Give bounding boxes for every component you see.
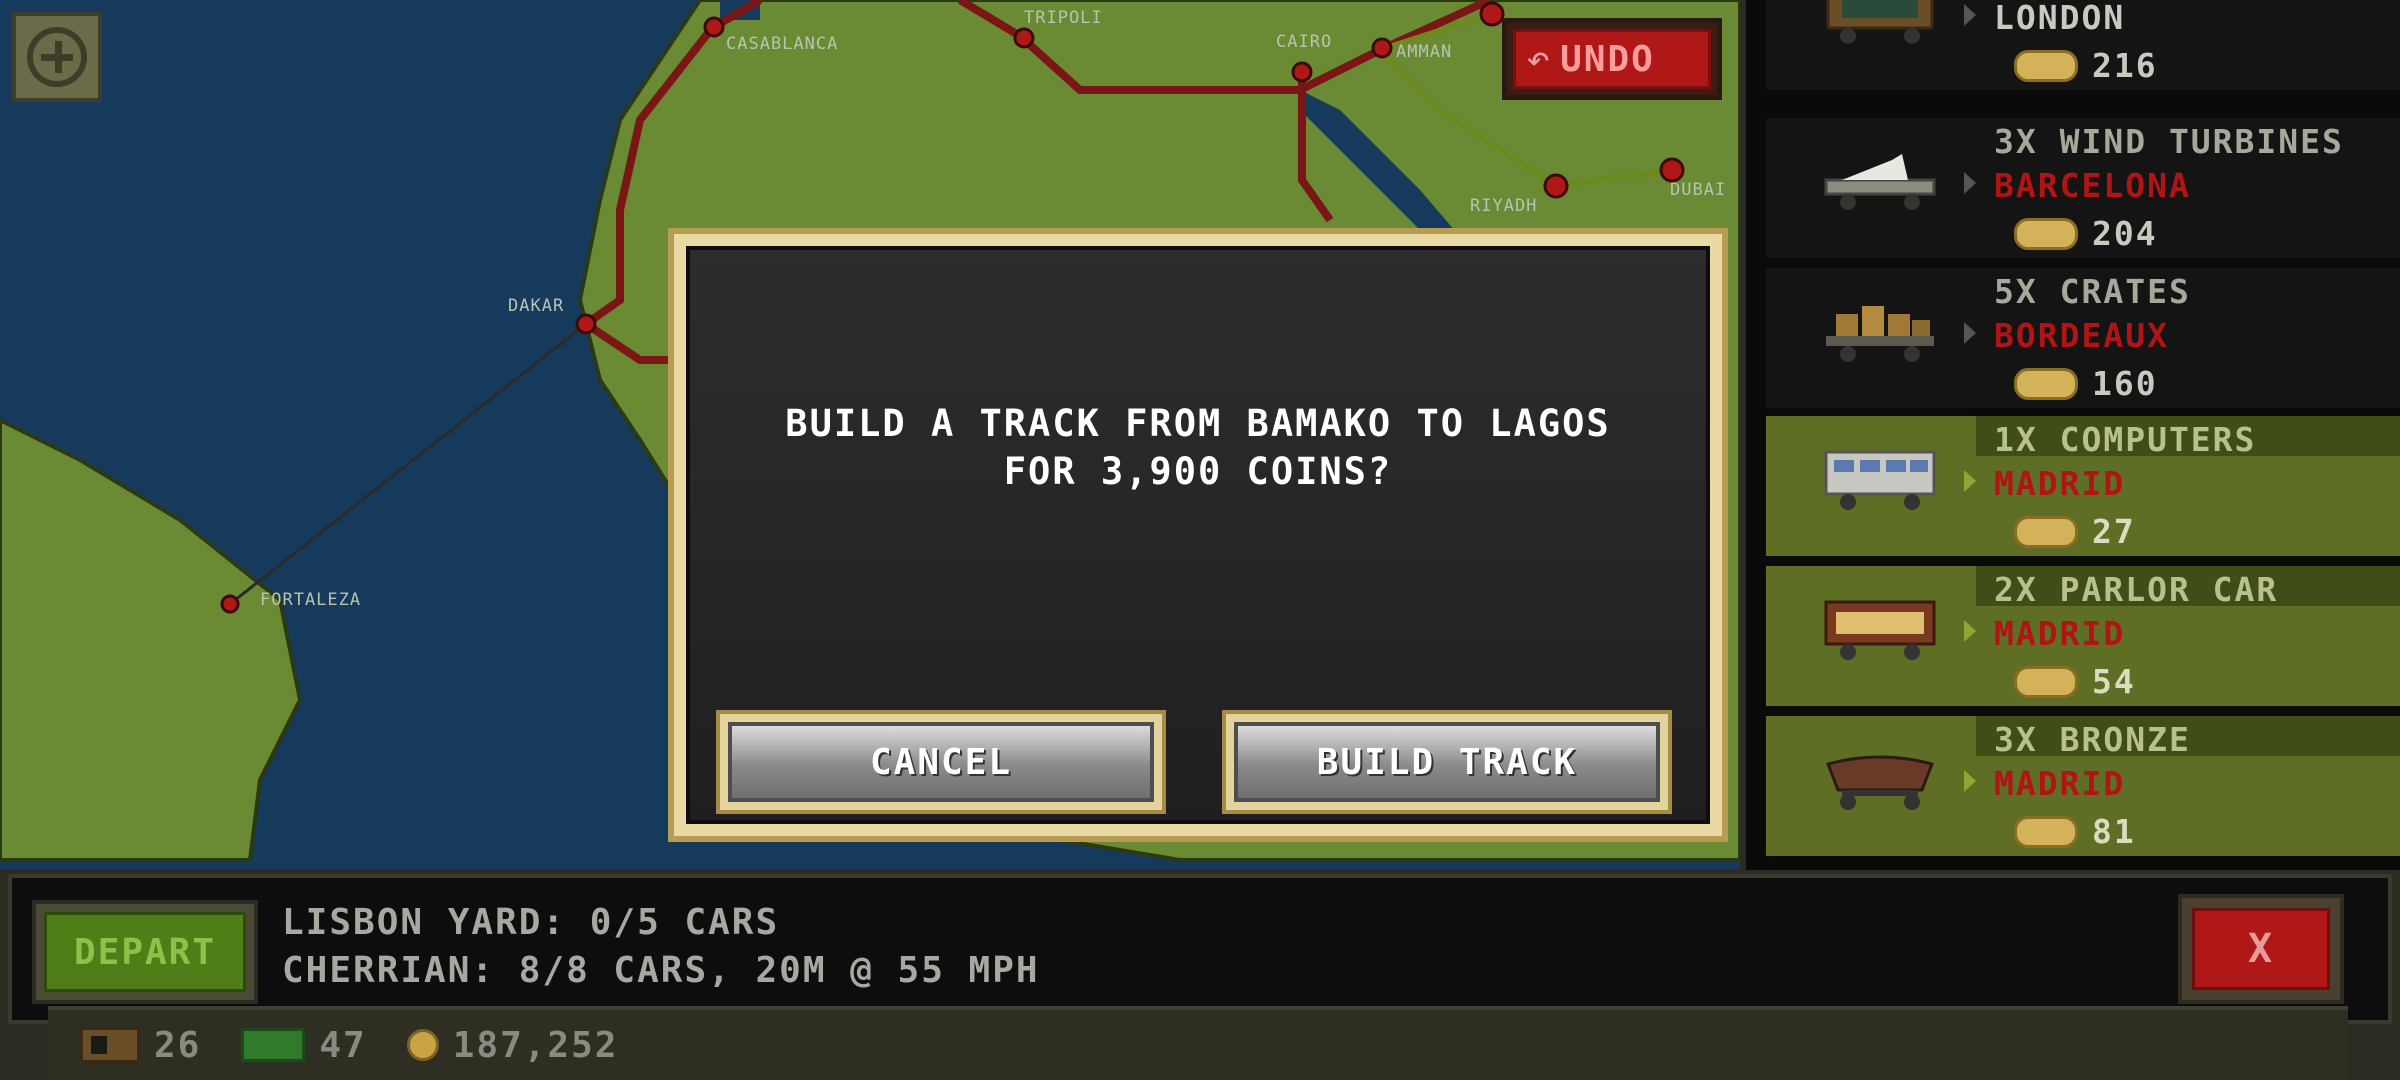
- flatcar-icon: [1824, 154, 1936, 210]
- undo-arrow-icon: ↶: [1526, 36, 1551, 82]
- cancel-button-label: CANCEL: [728, 722, 1154, 802]
- route-arrow-icon: [1964, 620, 1976, 642]
- hopper-car-icon: [1826, 755, 1934, 810]
- close-icon: X: [2192, 908, 2330, 990]
- cars-stat: 26: [80, 1025, 201, 1066]
- route-arrow-icon: [1964, 4, 1976, 26]
- cargo-item[interactable]: 2X PARLOR CAR MADRID 54: [1766, 566, 2400, 706]
- yard-status: LISBON YARD: 0/5 CARS: [282, 902, 780, 943]
- depart-button-label: DEPART: [44, 912, 246, 992]
- train-status: CHERRIAN: 8/8 CARS, 20M @ 55 MPH: [282, 950, 1040, 991]
- city-label-riyadh: RIYADH: [1470, 196, 1538, 216]
- coin-stack-icon: [2014, 217, 2078, 250]
- cancel-button[interactable]: CANCEL: [716, 710, 1166, 814]
- cargo-payout: 81: [2092, 812, 2136, 851]
- city-label-dakar: DAKAR: [508, 296, 565, 316]
- depart-button[interactable]: DEPART: [32, 900, 258, 1004]
- cargo-title: 2X PARLOR CAR: [1994, 570, 2279, 609]
- cargo-destination: MADRID: [1994, 614, 2126, 653]
- route-arrow-icon: [1964, 470, 1976, 492]
- computers-container-icon: [1824, 450, 1936, 510]
- coin-stack-icon: [2014, 367, 2078, 400]
- cars-count: 26: [154, 1024, 202, 1066]
- cash-icon: [241, 1028, 306, 1062]
- cargo-payout: 160: [2092, 364, 2158, 403]
- zoom-in-button[interactable]: [12, 12, 102, 102]
- cargo-item[interactable]: 1X COMPUTERS MADRID 27: [1766, 416, 2400, 556]
- cash-count: 47: [319, 1024, 367, 1066]
- cash-stat: 47: [241, 1025, 366, 1066]
- cargo-payout: 27: [2092, 512, 2136, 551]
- city-label-tripoli: TRIPOLI: [1024, 8, 1103, 28]
- zoom-plus-icon: [27, 27, 87, 87]
- build-track-button[interactable]: BUILD TRACK: [1222, 710, 1672, 814]
- cargo-payout: 204: [2092, 214, 2158, 253]
- undo-label: UNDO: [1560, 38, 1655, 80]
- boxcar-icon: [1826, 0, 1934, 44]
- cargo-payout: 54: [2092, 662, 2136, 701]
- cargo-panel[interactable]: LONDON 216 3X WIND TURBINES BARCELONA 20…: [1740, 0, 2400, 870]
- cargo-item[interactable]: 3X BRONZE MADRID 81: [1766, 716, 2400, 856]
- coin-icon: [406, 1029, 439, 1061]
- dialog-message-line1: BUILD A TRACK FROM BAMAKO TO LAGOS: [785, 402, 1611, 445]
- city-label-dubai: DUBAI: [1670, 180, 1727, 200]
- coin-stack-icon: [2014, 515, 2078, 548]
- cargo-destination: MADRID: [1994, 764, 2126, 803]
- coin-stack-icon: [2014, 665, 2078, 698]
- undo-button[interactable]: ↶ UNDO: [1502, 18, 1722, 100]
- cargo-destination: MADRID: [1994, 464, 2126, 503]
- cargo-destination: BARCELONA: [1994, 166, 2191, 205]
- coins-count: 187,252: [452, 1024, 619, 1066]
- route-arrow-icon: [1964, 770, 1976, 792]
- cargo-item[interactable]: 3X WIND TURBINES BARCELONA 204: [1766, 118, 2400, 258]
- city-label-amman: AMMAN: [1396, 42, 1453, 62]
- build-track-dialog: BUILD A TRACK FROM BAMAKO TO LAGOS FOR 3…: [668, 228, 1728, 842]
- cargo-item[interactable]: LONDON 216: [1766, 0, 2400, 90]
- route-arrow-icon: [1964, 172, 1976, 194]
- crates-icon: [1826, 306, 1934, 362]
- cargo-item[interactable]: 5X CRATES BORDEAUX 160: [1766, 268, 2400, 408]
- city-label-casablanca: CASABLANCA: [726, 34, 839, 54]
- train-car-icon: [80, 1027, 140, 1063]
- coin-stack-icon: [2014, 49, 2078, 82]
- cargo-title: 5X CRATES: [1994, 272, 2191, 311]
- route-arrow-icon: [1964, 322, 1976, 344]
- close-button[interactable]: X: [2178, 894, 2344, 1004]
- resource-bar: 26 47 187,252: [48, 1006, 2348, 1080]
- build-track-button-label: BUILD TRACK: [1234, 722, 1660, 802]
- cargo-destination: LONDON: [1994, 0, 2126, 37]
- parlor-car-icon: [1824, 600, 1936, 660]
- coins-stat: 187,252: [406, 1024, 619, 1066]
- coin-stack-icon: [2014, 815, 2078, 848]
- cargo-title: 3X WIND TURBINES: [1994, 122, 2344, 161]
- cargo-title: 3X BRONZE: [1994, 720, 2191, 759]
- dialog-message: BUILD A TRACK FROM BAMAKO TO LAGOS FOR 3…: [690, 400, 1706, 496]
- city-label-fortaleza: FORTALEZA: [260, 590, 362, 610]
- cargo-destination: BORDEAUX: [1994, 316, 2169, 355]
- city-label-cairo: CAIRO: [1276, 32, 1333, 52]
- cargo-title: 1X COMPUTERS: [1994, 420, 2257, 459]
- dialog-message-line2: FOR 3,900 COINS?: [1003, 450, 1393, 493]
- cargo-payout: 216: [2092, 46, 2158, 85]
